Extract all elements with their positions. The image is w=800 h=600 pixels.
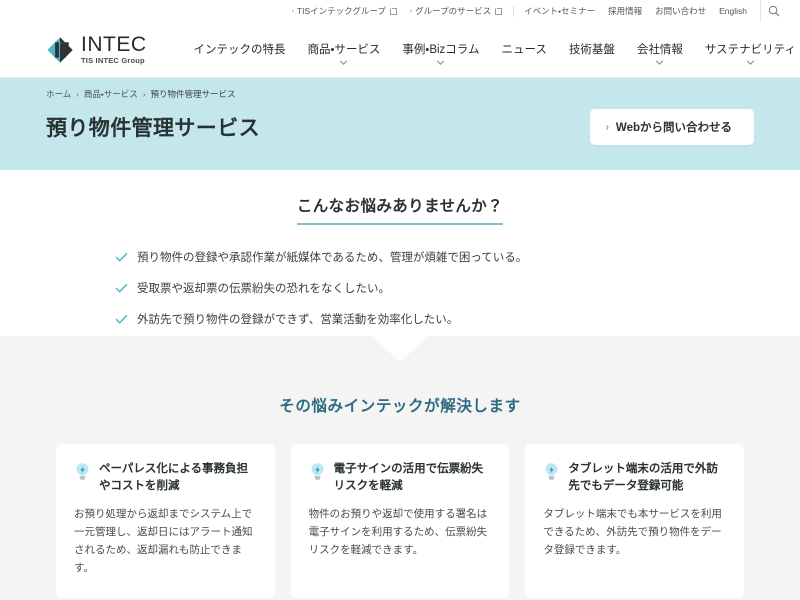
external-link-icon — [389, 7, 397, 15]
solution-cards: ペーパレス化による事務負担やコストを削減 お預り処理から返却までシステム上で一元… — [0, 444, 800, 598]
search-button[interactable] — [760, 0, 786, 22]
card-header: タブレット端末の活用で外訪先でもデータ登録可能 — [543, 461, 726, 494]
card-title: 電子サインの活用で伝票紛失リスクを軽減 — [333, 463, 484, 492]
card-body: お預り処理から返却までシステム上で一元管理し、返却日にはアラート通知されるため、… — [74, 508, 253, 575]
list-item-label: 受取票や返却票の伝票紛失の恐れをなくしたい。 — [137, 282, 390, 295]
logo-text: INTEC TIS INTEC Group — [81, 34, 147, 65]
utility-divider — [513, 5, 515, 17]
card-body: 物件のお預りや返却で使用する署名は電子サインを利用するため、伝票紛失リスクを軽減… — [308, 508, 488, 557]
check-icon — [115, 252, 128, 268]
nav-item-label: 会社情報 — [636, 43, 683, 56]
chevron-right-icon: › — [409, 7, 413, 15]
breadcrumb-separator-icon: › — [76, 89, 79, 99]
chevron-right-icon: › — [605, 121, 609, 133]
card-body: タブレット端末でも本サービスを利用できるため、外訪先で預り物件をデータ登録できま… — [543, 508, 722, 557]
utility-link-tis-intec-group[interactable]: › TISインテックグループ — [292, 5, 397, 17]
utility-link-recruit[interactable]: 採用情報 — [608, 5, 642, 17]
site-header: INTEC TIS INTEC Group インテックの特長 商品・サービス 事… — [0, 22, 800, 78]
web-contact-button-label: Webから問い合わせる — [615, 122, 732, 134]
problems-heading-wrap: こんなお悩みありませんか？ — [0, 194, 800, 225]
utility-link-english[interactable]: English — [719, 6, 747, 16]
nav-item-label: サステナビリティ — [704, 43, 796, 56]
logo-wordmark: INTEC — [81, 33, 147, 57]
hero-row: 預り物件管理サービス › Webから問い合わせる — [46, 109, 754, 145]
utility-link-events-seminars[interactable]: イベント・セミナー — [524, 5, 595, 17]
problems-list: 預り物件の登録や承認作業が紙媒体であるため、管理が煩雑で困っている。 受取票や返… — [115, 251, 800, 330]
utility-link-label: TISインテックグループ — [296, 6, 386, 16]
utility-link-contact[interactable]: お問い合わせ — [655, 5, 706, 17]
list-item: 受取票や返却票の伝票紛失の恐れをなくしたい。 — [115, 282, 800, 299]
breadcrumb: ホーム › 商品・サービス › 預り物件管理サービス — [46, 88, 754, 100]
nav-item-features[interactable]: インテックの特長 — [183, 41, 297, 57]
solutions-section: その悩みインテックが解決します ペーパレス化による事務負担やコストを削減 お預り… — [0, 336, 800, 600]
intec-diamond-logo-icon — [47, 36, 73, 63]
problems-heading: こんなお悩みありませんか？ — [296, 194, 504, 225]
chevron-down-icon — [436, 60, 445, 65]
nav-item-technology[interactable]: 技術基盤 — [558, 41, 626, 57]
utility-bar: › TISインテックグループ › グループのサービス イベント・セミナー 採用情… — [0, 0, 800, 22]
card-header: ペーパレス化による事務負担やコストを削減 — [74, 461, 257, 494]
nav-item-label: 技術基盤 — [568, 43, 615, 56]
lightbulb-icon — [309, 462, 326, 486]
card-title: タブレット端末の活用で外訪先でもデータ登録可能 — [568, 463, 718, 492]
nav-item-sustainability[interactable]: サステナビリティ — [694, 41, 800, 65]
logo-tagline: TIS INTEC Group — [81, 56, 145, 66]
check-icon — [115, 283, 128, 299]
card-header: 電子サインの活用で伝票紛失リスクを軽減 — [309, 461, 492, 494]
nav-item-label: 商品・サービス — [307, 43, 381, 56]
logo-home-link[interactable]: INTEC TIS INTEC Group — [46, 34, 147, 65]
web-contact-button[interactable]: › Webから問い合わせる — [589, 109, 754, 145]
solution-card-esign: 電子サインの活用で伝票紛失リスクを軽減 物件のお預りや返却で使用する署名は電子サ… — [290, 444, 510, 598]
card-title: ペーパレス化による事務負担やコストを削減 — [99, 463, 249, 492]
lightbulb-icon — [543, 462, 560, 486]
breadcrumb-item-home[interactable]: ホーム — [46, 88, 71, 100]
chevron-down-icon — [746, 60, 755, 65]
problems-section: こんなお悩みありませんか？ 預り物件の登録や承認作業が紙媒体であるため、管理が煩… — [0, 170, 800, 336]
list-item-label: 外訪先で預り物件の登録ができず、営業活動を効率化したい。 — [137, 313, 459, 326]
nav-item-label: インテックの特長 — [193, 43, 286, 56]
list-item: 預り物件の登録や承認作業が紙媒体であるため、管理が煩雑で困っている。 — [115, 251, 800, 268]
nav-item-cases-bizcolumn[interactable]: 事例・Bizコラム — [391, 41, 490, 65]
chevron-right-icon: › — [291, 7, 294, 15]
utility-link-label: グループのサービス — [415, 6, 492, 16]
utility-plain-links: イベント・セミナー 採用情報 お問い合わせ English — [524, 5, 760, 17]
page-root: › TISインテックグループ › グループのサービス イベント・セミナー 採用情… — [0, 0, 800, 600]
nav-item-news[interactable]: ニュース — [490, 41, 557, 57]
solutions-heading: その悩みインテックが解決します — [279, 398, 521, 415]
utility-link-group-services[interactable]: › グループのサービス — [409, 5, 503, 17]
breadcrumb-item-current: 預り物件管理サービス — [150, 89, 236, 99]
nav-item-label: 事例・Bizコラム — [402, 43, 480, 56]
lightbulb-icon — [74, 462, 91, 486]
breadcrumb-item-products-services[interactable]: 商品・サービス — [84, 88, 138, 100]
solution-card-paperless: ペーパレス化による事務負担やコストを削減 お預り処理から返却までシステム上で一元… — [56, 444, 275, 598]
breadcrumb-separator-icon: › — [142, 89, 146, 99]
chevron-down-icon — [655, 60, 664, 65]
external-link-icon — [495, 7, 503, 15]
search-icon — [768, 5, 779, 17]
hero-section: ホーム › 商品・サービス › 預り物件管理サービス 預り物件管理サービス › … — [0, 78, 800, 170]
main-navigation: インテックの特長 商品・サービス 事例・Bizコラム ニュース 技術基盤 会社情… — [183, 35, 800, 65]
check-icon — [115, 314, 128, 330]
nav-item-label: ニュース — [501, 43, 547, 56]
chevron-down-icon — [339, 60, 348, 65]
solution-card-tablet: タブレット端末の活用で外訪先でもデータ登録可能 タブレット端末でも本サービスを利… — [525, 444, 745, 598]
nav-item-products-services[interactable]: 商品・サービス — [297, 41, 392, 65]
utility-external-links: › TISインテックグループ › グループのサービス — [292, 5, 516, 17]
page-title: 預り物件管理サービス — [46, 117, 260, 140]
list-item: 外訪先で預り物件の登録ができず、営業活動を効率化したい。 — [115, 313, 800, 330]
list-item-label: 預り物件の登録や承認作業が紙媒体であるため、管理が煩雑で困っている。 — [137, 252, 528, 264]
down-triangle-notch-icon — [372, 336, 428, 362]
nav-item-company-info[interactable]: 会社情報 — [626, 41, 694, 65]
